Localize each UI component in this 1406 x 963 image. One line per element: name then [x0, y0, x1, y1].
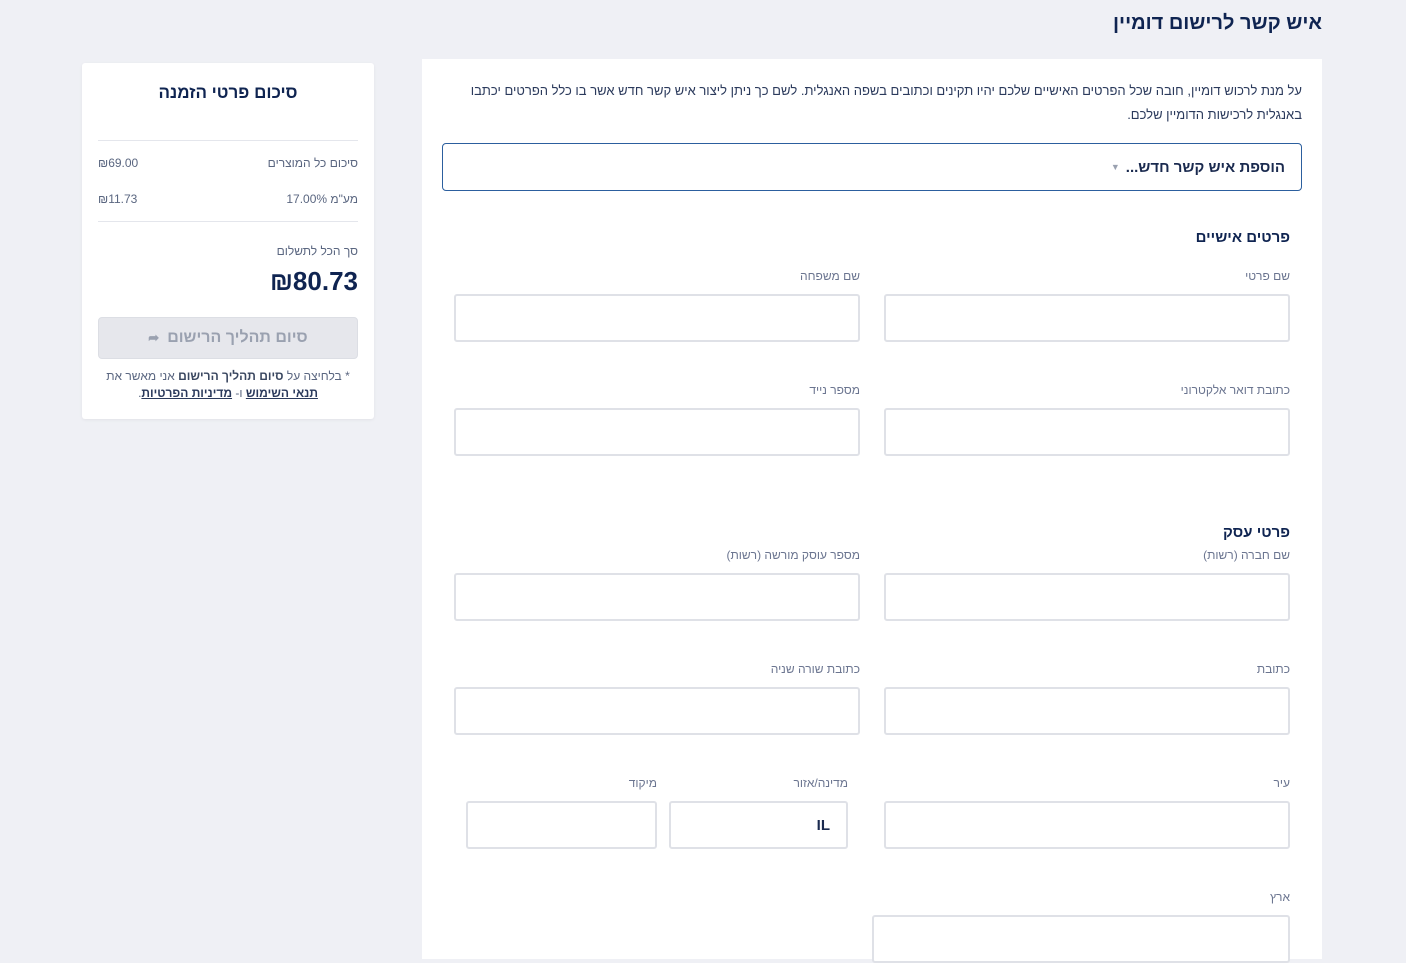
- divider: [98, 140, 358, 141]
- zip-input[interactable]: [466, 801, 657, 849]
- email-input[interactable]: [884, 408, 1290, 456]
- privacy-policy-link[interactable]: מדיניות הפרטיות: [141, 386, 232, 400]
- address2-input[interactable]: [454, 687, 860, 735]
- vat-row: מע"מ 17.00% ₪11.73: [98, 192, 358, 206]
- terms-prefix: * בלחיצה על: [286, 369, 350, 383]
- finish-label: סיום תהליך הרישום: [167, 329, 308, 346]
- contact-select-value: הוספת איש קשר חדש...: [1125, 158, 1285, 176]
- zip-label: מיקוד: [628, 776, 657, 790]
- vat-value: ₪11.73: [98, 192, 138, 206]
- personal-details-title: פרטים אישיים: [1195, 229, 1290, 246]
- page-title: איש קשר לרישום דומיין: [1113, 12, 1322, 34]
- company-input[interactable]: [884, 573, 1290, 621]
- first-name-label: שם פרטי: [1245, 269, 1290, 283]
- terms-notice: * בלחיצה על סיום תהליך הרישום אני מאשר א…: [98, 368, 358, 402]
- business-details-title: פרטי עסק: [1223, 524, 1290, 541]
- subtotal-label: סיכום כל המוצרים: [267, 156, 358, 170]
- city-label: עיר: [1273, 776, 1290, 790]
- address-input[interactable]: [884, 687, 1290, 735]
- first-name-input[interactable]: [884, 294, 1290, 342]
- company-label: שם חברה (רשות): [1203, 548, 1290, 562]
- state-input[interactable]: [669, 801, 848, 849]
- vat-label: מע"מ 17.00%: [286, 192, 358, 206]
- vat-id-input[interactable]: [454, 573, 860, 621]
- summary-title: סיכום פרטי הזמנה: [158, 83, 298, 102]
- last-name-input[interactable]: [454, 294, 860, 342]
- finish-registration-button[interactable]: סיום תהליך הרישום ➦: [98, 317, 358, 359]
- country-select[interactable]: [872, 915, 1290, 963]
- subtotal-row: סיכום כל המוצרים ₪69.00: [98, 156, 358, 170]
- terms-bold: סיום תהליך הרישום: [178, 369, 284, 383]
- email-label: כתובת דואר אלקטרוני: [1180, 383, 1290, 397]
- address2-label: כתובת שורה שניה: [770, 662, 860, 676]
- mobile-label: מספר נייד: [809, 383, 860, 397]
- share-arrow-icon: ➦: [148, 330, 160, 345]
- mobile-input[interactable]: [454, 408, 860, 456]
- city-input[interactable]: [884, 801, 1290, 849]
- contact-form-panel: על מנת לרכוש דומיין, חובה שכל הפרטים האי…: [422, 59, 1322, 963]
- divider: [98, 221, 358, 222]
- total-value: ₪80.73: [269, 266, 358, 296]
- subtotal-value: ₪69.00: [98, 156, 139, 170]
- intro-text: על מנת לרכוש דומיין, חובה שכל הפרטים האי…: [470, 83, 1302, 122]
- terms-of-use-link[interactable]: תנאי השימוש: [246, 386, 318, 400]
- address-label: כתובת: [1256, 662, 1290, 676]
- total-label: סך הכל לתשלום: [276, 244, 358, 258]
- vat-id-label: מספר עוסק מורשה (רשות): [726, 548, 860, 562]
- caret-down-icon: ▼: [1110, 162, 1120, 172]
- country-label: ארץ: [1270, 890, 1290, 904]
- order-summary-card: סיכום פרטי הזמנה סיכום כל המוצרים ₪69.00…: [82, 63, 374, 419]
- state-label: מדינה/אזור: [793, 776, 848, 790]
- last-name-label: שם משפחה: [800, 269, 860, 283]
- terms-and: ו-: [235, 386, 243, 400]
- contact-select[interactable]: הוספת איש קשר חדש... ▼: [442, 143, 1302, 191]
- terms-mid: אני מאשר את: [106, 369, 175, 383]
